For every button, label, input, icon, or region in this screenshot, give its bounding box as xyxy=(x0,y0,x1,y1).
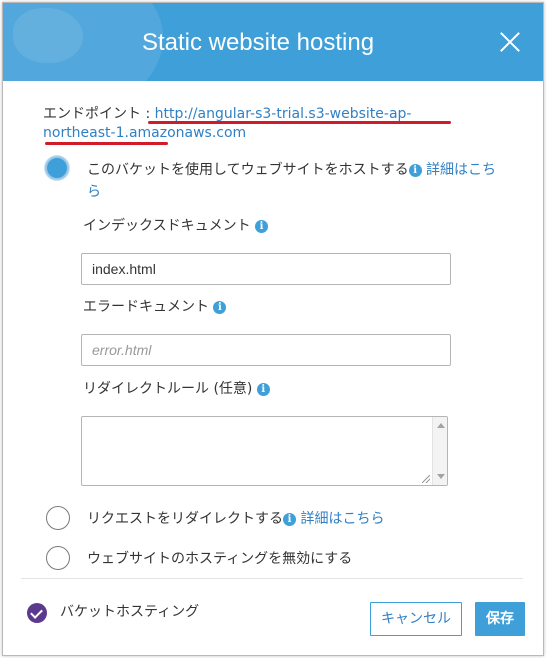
bucket-hosting-status: バケットホスティング xyxy=(60,604,200,620)
disable-hosting-radio[interactable] xyxy=(46,546,70,570)
info-icon[interactable]: i xyxy=(213,301,227,314)
dialog-header: Static website hosting xyxy=(3,3,543,81)
redirect-rules-label: リダイレクトルール (任意) xyxy=(83,381,253,397)
error-document-input[interactable] xyxy=(81,334,451,366)
host-website-option: このバケットを使用してウェブサイトをホストする i 詳細はこちら xyxy=(87,159,507,203)
scroll-up-arrow-icon[interactable] xyxy=(437,423,445,428)
save-button[interactable]: 保存 xyxy=(475,602,525,636)
error-document-label: エラードキュメント xyxy=(83,299,209,315)
host-website-radio[interactable] xyxy=(45,156,69,180)
check-circle-icon xyxy=(27,603,47,623)
dialog-title: Static website hosting xyxy=(141,29,375,56)
index-document-input[interactable] xyxy=(81,253,451,285)
endpoint-label: エンドポイント : xyxy=(43,106,155,122)
resize-handle-icon[interactable] xyxy=(422,475,430,483)
close-icon[interactable] xyxy=(499,31,521,53)
footer-divider xyxy=(21,578,523,579)
index-document-label-row: インデックスドキュメント i xyxy=(83,215,269,235)
endpoint-row: エンドポイント : http://angular-s3-trial.s3-web… xyxy=(43,105,463,143)
annotation-underline xyxy=(148,121,451,124)
learn-more-link[interactable]: 詳細はこちら xyxy=(300,511,384,527)
disable-hosting-label: ウェブサイトのホスティングを無効にする xyxy=(87,551,353,567)
info-icon[interactable]: i xyxy=(408,164,422,177)
redirect-requests-option: リクエストをリダイレクトする i 詳細はこちら xyxy=(87,508,384,528)
textarea-scrollbar[interactable] xyxy=(432,417,447,485)
scroll-down-arrow-icon[interactable] xyxy=(437,474,445,479)
info-icon[interactable]: i xyxy=(255,220,269,233)
index-document-label: インデックスドキュメント xyxy=(83,218,251,234)
host-website-label: このバケットを使用してウェブサイトをホストする xyxy=(87,162,409,178)
annotation-underline xyxy=(45,142,168,145)
info-icon[interactable]: i xyxy=(283,513,296,526)
error-document-label-row: エラードキュメント i xyxy=(83,296,227,316)
cancel-button[interactable]: キャンセル xyxy=(370,602,462,636)
static-website-hosting-dialog: Static website hosting エンドポイント : http://… xyxy=(2,2,544,656)
redirect-rules-textarea[interactable] xyxy=(81,416,448,486)
redirect-requests-label: リクエストをリダイレクトする xyxy=(87,511,283,527)
redirect-rules-label-row: リダイレクトルール (任意) i xyxy=(83,378,270,398)
info-icon[interactable]: i xyxy=(256,383,270,396)
redirect-requests-radio[interactable] xyxy=(46,506,70,530)
